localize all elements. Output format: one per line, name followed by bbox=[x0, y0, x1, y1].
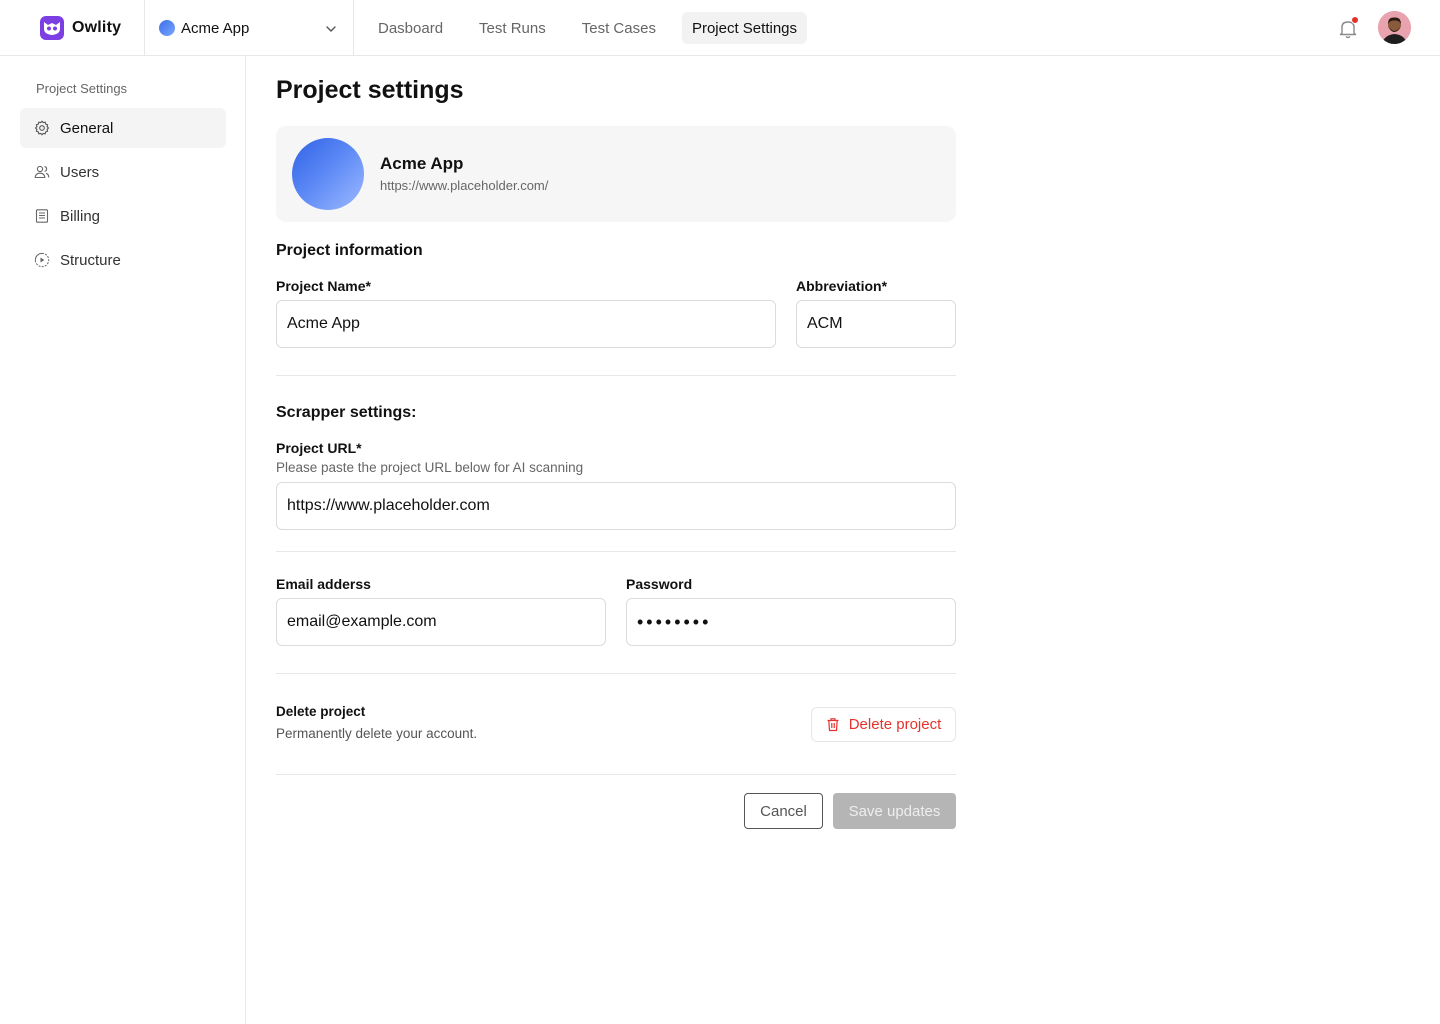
cancel-button[interactable]: Cancel bbox=[744, 793, 823, 829]
brand-name: Owlity bbox=[72, 19, 122, 36]
project-url-input[interactable]: https://www.placeholder.com bbox=[276, 482, 956, 530]
main-nav: Dasboard Test Runs Test Cases Project Se… bbox=[368, 12, 823, 44]
sidebar-item-label: General bbox=[60, 119, 114, 137]
project-name-label: Project Name* bbox=[276, 278, 371, 294]
structure-icon bbox=[34, 252, 50, 268]
project-url-label: Project URL* bbox=[276, 440, 362, 456]
owl-logo-icon bbox=[40, 16, 64, 40]
abbreviation-input[interactable]: ACM bbox=[796, 300, 956, 348]
password-field[interactable]: •••••••• bbox=[626, 598, 956, 646]
project-card-name: Acme App bbox=[380, 154, 464, 173]
sidebar: Project Settings General Users Billing S… bbox=[0, 56, 246, 1024]
page-title: Project settings bbox=[276, 76, 464, 104]
project-name-input[interactable]: Acme App bbox=[276, 300, 776, 348]
project-dot-icon bbox=[159, 20, 175, 36]
chevron-down-icon bbox=[325, 22, 337, 40]
sidebar-item-label: Structure bbox=[60, 251, 121, 269]
email-label: Email adderss bbox=[276, 576, 371, 592]
sidebar-title: Project Settings bbox=[36, 81, 128, 96]
tab-dashboard[interactable]: Dasboard bbox=[368, 12, 453, 44]
avatar[interactable] bbox=[1378, 11, 1411, 44]
password-label: Password bbox=[626, 576, 693, 592]
sidebar-item-users[interactable]: Users bbox=[20, 152, 226, 192]
project-card-url: https://www.placeholder.com/ bbox=[380, 178, 549, 193]
project-switcher-name: Acme App bbox=[181, 19, 250, 37]
delete-project-button-label: Delete project bbox=[848, 716, 942, 733]
notification-dot bbox=[1351, 16, 1359, 24]
brand[interactable]: Owlity bbox=[40, 16, 121, 40]
tab-test-cases[interactable]: Test Cases bbox=[572, 12, 666, 44]
save-updates-button[interactable]: Save updates bbox=[833, 793, 956, 829]
billing-icon bbox=[34, 208, 50, 224]
scrapper-settings-title: Scrapper settings: bbox=[276, 404, 417, 421]
email-field[interactable]: email@example.com bbox=[276, 598, 606, 646]
divider bbox=[276, 375, 956, 376]
tab-test-runs[interactable]: Test Runs bbox=[469, 12, 556, 44]
sidebar-item-structure[interactable]: Structure bbox=[20, 240, 226, 280]
sidebar-item-billing[interactable]: Billing bbox=[20, 196, 226, 236]
project-url-hint: Please paste the project URL below for A… bbox=[276, 460, 584, 475]
top-bar: Owlity Acme App Dasboard Test Runs Test … bbox=[0, 0, 1440, 56]
delete-project-title: Delete project bbox=[276, 704, 366, 719]
divider bbox=[276, 774, 956, 775]
sidebar-item-general[interactable]: General bbox=[20, 108, 226, 148]
project-card: Acme App https://www.placeholder.com/ bbox=[276, 126, 956, 222]
sidebar-item-label: Billing bbox=[60, 207, 101, 225]
abbreviation-label: Abbreviation* bbox=[796, 278, 888, 294]
gear-icon bbox=[34, 120, 50, 136]
sidebar-item-label: Users bbox=[60, 163, 100, 181]
tab-project-settings[interactable]: Project Settings bbox=[681, 12, 808, 44]
project-switcher[interactable]: Acme App bbox=[144, 0, 354, 56]
divider bbox=[276, 551, 956, 552]
project-info-title: Project information bbox=[276, 242, 423, 259]
divider bbox=[276, 673, 956, 674]
delete-project-button[interactable]: Delete project bbox=[811, 707, 956, 742]
trash-icon bbox=[826, 717, 840, 732]
project-avatar[interactable] bbox=[292, 138, 364, 210]
delete-project-description: Permanently delete your account. bbox=[276, 726, 478, 741]
users-icon bbox=[34, 164, 50, 180]
